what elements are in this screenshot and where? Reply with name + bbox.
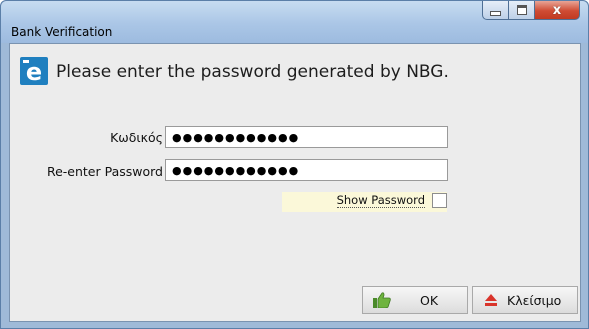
eject-icon [483, 292, 499, 311]
close-window-button[interactable]: x [535, 1, 580, 20]
thumbs-up-icon [373, 292, 391, 311]
instruction-text: Please enter the password generated by N… [56, 62, 449, 82]
maximize-icon [516, 5, 527, 15]
show-password-row[interactable]: Show Password [282, 192, 447, 212]
close-button[interactable]: Κλείσιμο [472, 286, 578, 314]
show-password-label[interactable]: Show Password [336, 194, 425, 208]
close-label: Κλείσιμο [507, 293, 562, 308]
window-title: Bank Verification [11, 25, 113, 39]
dialog-content: e Please enter the password generated by… [9, 43, 581, 322]
close-icon: x [552, 2, 562, 18]
title-bar[interactable]: Bank Verification x [1, 1, 588, 43]
show-password-checkbox[interactable] [432, 193, 447, 208]
password-field[interactable] [165, 126, 448, 148]
reenter-password-field[interactable] [165, 159, 448, 181]
e-logo-icon: e [20, 57, 48, 85]
dialog-window: Bank Verification x e Please enter the p… [0, 0, 589, 329]
maximize-button[interactable] [509, 1, 535, 20]
ok-button[interactable]: OK [362, 286, 468, 314]
password-label: Κωδικός [110, 130, 163, 145]
reenter-password-label: Re-enter Password [46, 164, 163, 179]
minimize-icon [490, 10, 501, 16]
ok-label: OK [420, 293, 439, 308]
minimize-button[interactable] [482, 1, 509, 20]
window-controls: x [482, 1, 580, 21]
